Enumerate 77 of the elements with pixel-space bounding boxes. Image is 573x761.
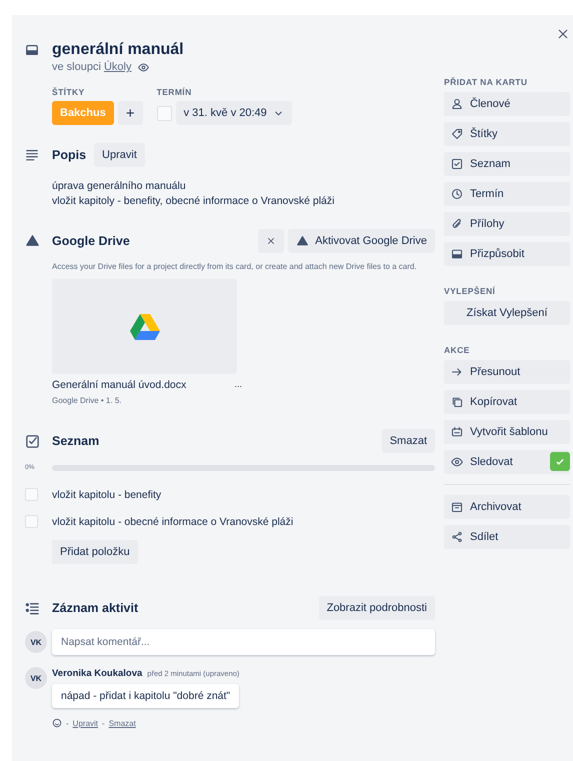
description-text: úprava generálního manuálu xyxy=(52,179,187,194)
checklist-item[interactable]: vložit kapitolu - obecné informace o Vranovské pláži xyxy=(52,516,294,528)
add-label-button[interactable]: + xyxy=(118,101,143,125)
description-icon xyxy=(25,148,39,162)
comment-author: Veronika Koukalova xyxy=(52,668,142,679)
sidebar-button[interactable]: Štítky xyxy=(444,122,570,146)
delete-button[interactable]: Smazat xyxy=(382,429,435,453)
sidebar-button[interactable]: Kopírovat xyxy=(444,390,570,414)
triangle-icon xyxy=(25,234,40,248)
file-name[interactable]: Generální manuál úvod.docx xyxy=(52,379,186,391)
comment-field[interactable]: Napsat komentář... xyxy=(52,629,435,655)
due-checkbox[interactable] xyxy=(156,106,172,120)
template-icon xyxy=(451,426,463,438)
activity-heading: Záznam aktivit xyxy=(52,601,138,615)
tag-icon xyxy=(451,128,463,140)
due-heading: TERMÍN xyxy=(156,87,193,97)
triangle-icon xyxy=(296,234,310,248)
copy-icon xyxy=(451,396,463,408)
checkbox-icon xyxy=(25,434,40,448)
eye-icon xyxy=(451,456,463,468)
activity-icon xyxy=(25,600,40,616)
sidebar-heading: AKCE xyxy=(444,345,471,355)
integration-info: Access your Drive files for a project directly from its card, or create and attach new Drive files to a card. xyxy=(52,261,418,273)
sidebar-button[interactable]: Sledovat xyxy=(444,450,570,474)
checklist-heading: Seznam xyxy=(52,434,100,448)
file-thumbnail[interactable] xyxy=(52,279,237,374)
share-icon xyxy=(451,531,463,543)
separator: - xyxy=(102,718,105,728)
sidebar-button[interactable]: Přesunout xyxy=(444,360,570,384)
comment-action-link[interactable]: Smazat xyxy=(108,718,136,728)
item-checkbox[interactable] xyxy=(25,515,38,528)
activate-button[interactable]: Aktivovat Google Drive xyxy=(288,229,435,253)
close-icon xyxy=(266,236,276,246)
integration-heading: Google Drive xyxy=(52,234,130,248)
item-checkbox[interactable] xyxy=(25,488,38,501)
clock-icon xyxy=(451,188,463,200)
close-button[interactable] xyxy=(258,229,284,253)
file-meta: Google Drive • 1. 5. xyxy=(52,395,122,407)
checklist-item[interactable]: vložit kapitolu - benefity xyxy=(52,488,162,500)
sidebar-button[interactable]: Seznam xyxy=(444,152,570,176)
more-button[interactable]: ... xyxy=(234,379,242,391)
sidebar-button[interactable]: Přizpůsobit xyxy=(444,242,570,266)
sidebar-button[interactable]: Získat Vylepšení xyxy=(444,301,570,325)
sidebar-button[interactable]: Termín xyxy=(444,182,570,206)
sidebar-button[interactable]: Přílohy xyxy=(444,212,570,236)
person-icon xyxy=(451,98,463,110)
description-text: vložit kapitoly - benefity, obecné informace o Vranovské pláži xyxy=(52,194,336,209)
comment-action-link[interactable]: Upravit xyxy=(72,718,98,728)
column-link[interactable]: Úkoly xyxy=(104,61,132,73)
arrow-right-icon xyxy=(451,366,463,378)
avatar[interactable]: VK xyxy=(25,667,47,689)
sidebar-heading: VYLEPŠENÍ xyxy=(444,286,496,296)
paperclip-icon xyxy=(451,218,463,230)
description-heading: Popis xyxy=(52,148,86,162)
due-date-button[interactable]: v 31. kvě v 20:49 xyxy=(176,101,292,125)
sidebar-heading: PŘIDAT NA KARTU xyxy=(444,77,528,87)
checkbox-icon xyxy=(451,158,463,170)
labels-heading: ŠTÍTKY xyxy=(52,87,86,97)
avatar[interactable]: VK xyxy=(25,631,47,653)
sidebar-button[interactable]: Archivovat xyxy=(444,495,570,519)
triangle-logo-icon xyxy=(130,314,160,340)
sidebar-button[interactable]: Vytvořit šablonu xyxy=(444,420,570,444)
card-title: generální manuál xyxy=(52,41,185,59)
separator: - xyxy=(66,718,69,728)
close-icon xyxy=(557,28,569,40)
add-item-button[interactable]: Přidat položku xyxy=(52,540,138,564)
edit-button[interactable]: Upravit xyxy=(94,143,145,167)
card-icon xyxy=(451,248,463,260)
sidebar-button[interactable]: Členové xyxy=(444,92,570,116)
details-button[interactable]: Zobrazit podrobnosti xyxy=(318,596,435,620)
card-icon xyxy=(25,43,39,57)
comment-text: nápad - přidat i kapitolu "dobré znát" xyxy=(52,684,240,708)
sidebar-button[interactable]: Sdílet xyxy=(444,525,570,549)
column-info: ve sloupci Úkoly xyxy=(52,61,132,73)
eye-icon xyxy=(138,62,148,72)
archive-icon xyxy=(451,501,463,513)
emoji-icon xyxy=(52,718,62,728)
